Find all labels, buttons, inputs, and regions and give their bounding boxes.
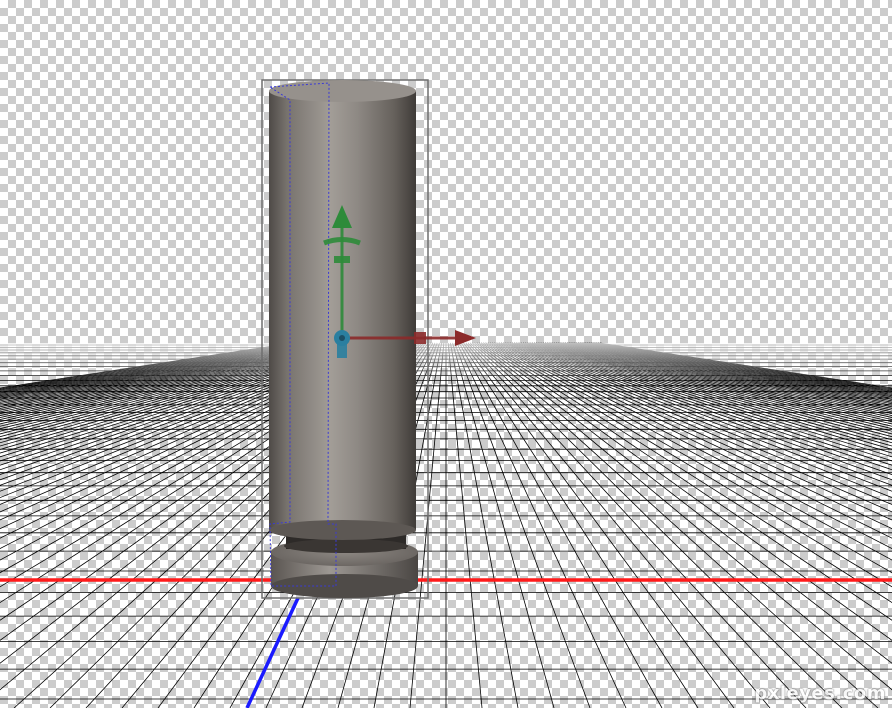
ground-grid [0,342,892,708]
cylinder-body-bottom [269,520,416,540]
cylinder-neck-shadow [284,539,408,553]
cylinder-top-cap [269,80,416,102]
watermark: pxleyes.com [754,683,886,704]
grid-horizon-fade [0,343,892,383]
3d-viewport[interactable] [0,0,892,708]
